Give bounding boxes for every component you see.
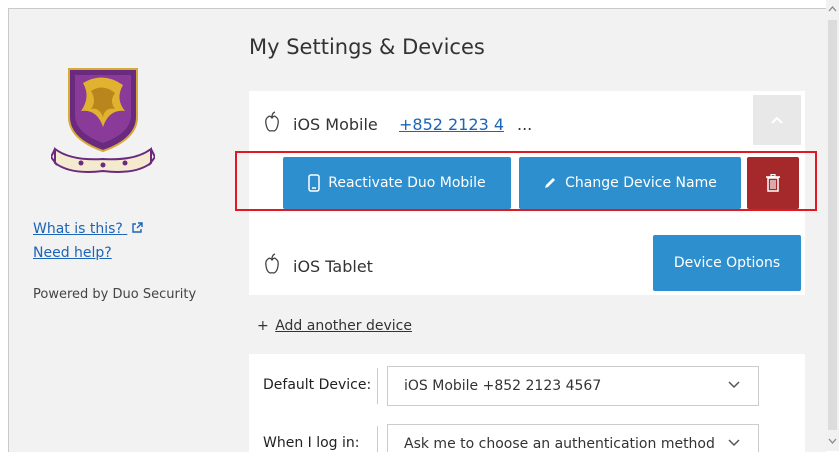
delete-device-button[interactable]: [747, 157, 799, 209]
device-card-ios-mobile: iOS Mobile +852 2123 4 ... Reactivate Du…: [235, 91, 817, 241]
device-name: iOS Tablet: [293, 257, 373, 276]
add-device-plus: +: [257, 318, 269, 334]
default-device-label: Default Device:: [263, 377, 372, 393]
apple-icon: [265, 111, 279, 132]
login-method-select[interactable]: Ask me to choose an authentication metho…: [387, 424, 759, 452]
add-device-link[interactable]: + Add another device: [257, 318, 412, 334]
what-is-this-link[interactable]: What is this?: [33, 221, 144, 237]
default-device-value: iOS Mobile +852 2123 4567: [404, 378, 602, 394]
device-phone-link[interactable]: +852 2123 4: [399, 115, 504, 134]
apple-icon: [265, 253, 279, 274]
reactivate-duo-mobile-button[interactable]: Reactivate Duo Mobile: [283, 157, 511, 209]
settings-panel: Default Device: iOS Mobile +852 2123 456…: [249, 354, 805, 452]
login-method-value: Ask me to choose an authentication metho…: [404, 436, 715, 452]
scroll-up-icon[interactable]: [826, 2, 839, 16]
pencil-icon: [545, 178, 556, 188]
device-name: iOS Mobile: [293, 115, 378, 134]
chevron-up-icon: [771, 116, 783, 124]
device-options-button[interactable]: Device Options: [653, 235, 801, 291]
trash-icon: [766, 174, 780, 192]
chevron-down-icon: [728, 381, 740, 389]
add-device-label: Add another device: [275, 318, 412, 334]
collapse-device-button[interactable]: [753, 95, 801, 145]
login-label: When I log in:: [263, 435, 360, 451]
phone-icon: [308, 174, 321, 192]
powered-by-text: Powered by Duo Security: [33, 287, 197, 302]
external-link-icon: [132, 222, 144, 233]
scroll-down-icon[interactable]: [826, 434, 839, 448]
change-name-label: Change Device Name: [565, 175, 717, 191]
need-help-link[interactable]: Need help?: [33, 245, 112, 261]
change-device-name-button[interactable]: Change Device Name: [519, 157, 741, 209]
page-title: My Settings & Devices: [249, 35, 485, 59]
duo-frame: What is this? Need help? Powered by Duo …: [8, 8, 826, 452]
main-content: My Settings & Devices iOS Mobile +852 21…: [235, 9, 817, 452]
divider: [377, 426, 378, 452]
what-is-this-label: What is this?: [33, 221, 123, 237]
default-device-select[interactable]: iOS Mobile +852 2123 4567: [387, 366, 759, 406]
divider: [377, 368, 378, 404]
sidebar: What is this? Need help? Powered by Duo …: [9, 9, 241, 452]
scrollbar[interactable]: [826, 0, 839, 451]
chevron-down-icon: [728, 439, 740, 447]
device-phone-ellipsis: ...: [517, 115, 533, 134]
reactivate-label: Reactivate Duo Mobile: [328, 175, 486, 191]
device-card-ios-tablet: iOS Tablet Device Options: [249, 231, 805, 295]
scrollbar-thumb[interactable]: [828, 20, 837, 430]
university-logo: [51, 68, 155, 173]
